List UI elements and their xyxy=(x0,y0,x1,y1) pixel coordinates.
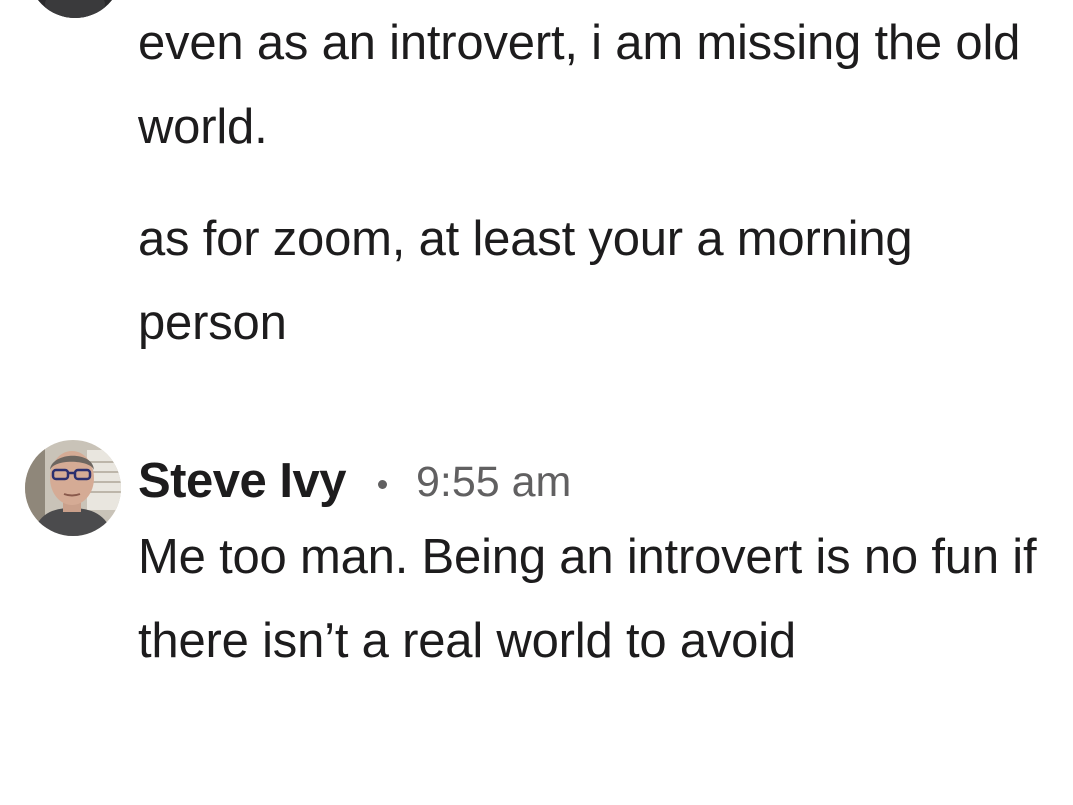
user-photo-icon xyxy=(25,440,121,536)
message-steve-ivy[interactable]: Steve Ivy 9:55 am Me too man. Being an i… xyxy=(0,0,1073,805)
user-avatar[interactable] xyxy=(25,440,121,536)
separator-dot xyxy=(378,479,387,489)
message-text: Me too man. Being an introvert is no fun… xyxy=(138,530,1037,668)
author-name[interactable]: Steve Ivy xyxy=(138,453,347,509)
timestamp[interactable]: 9:55 am xyxy=(416,458,571,507)
